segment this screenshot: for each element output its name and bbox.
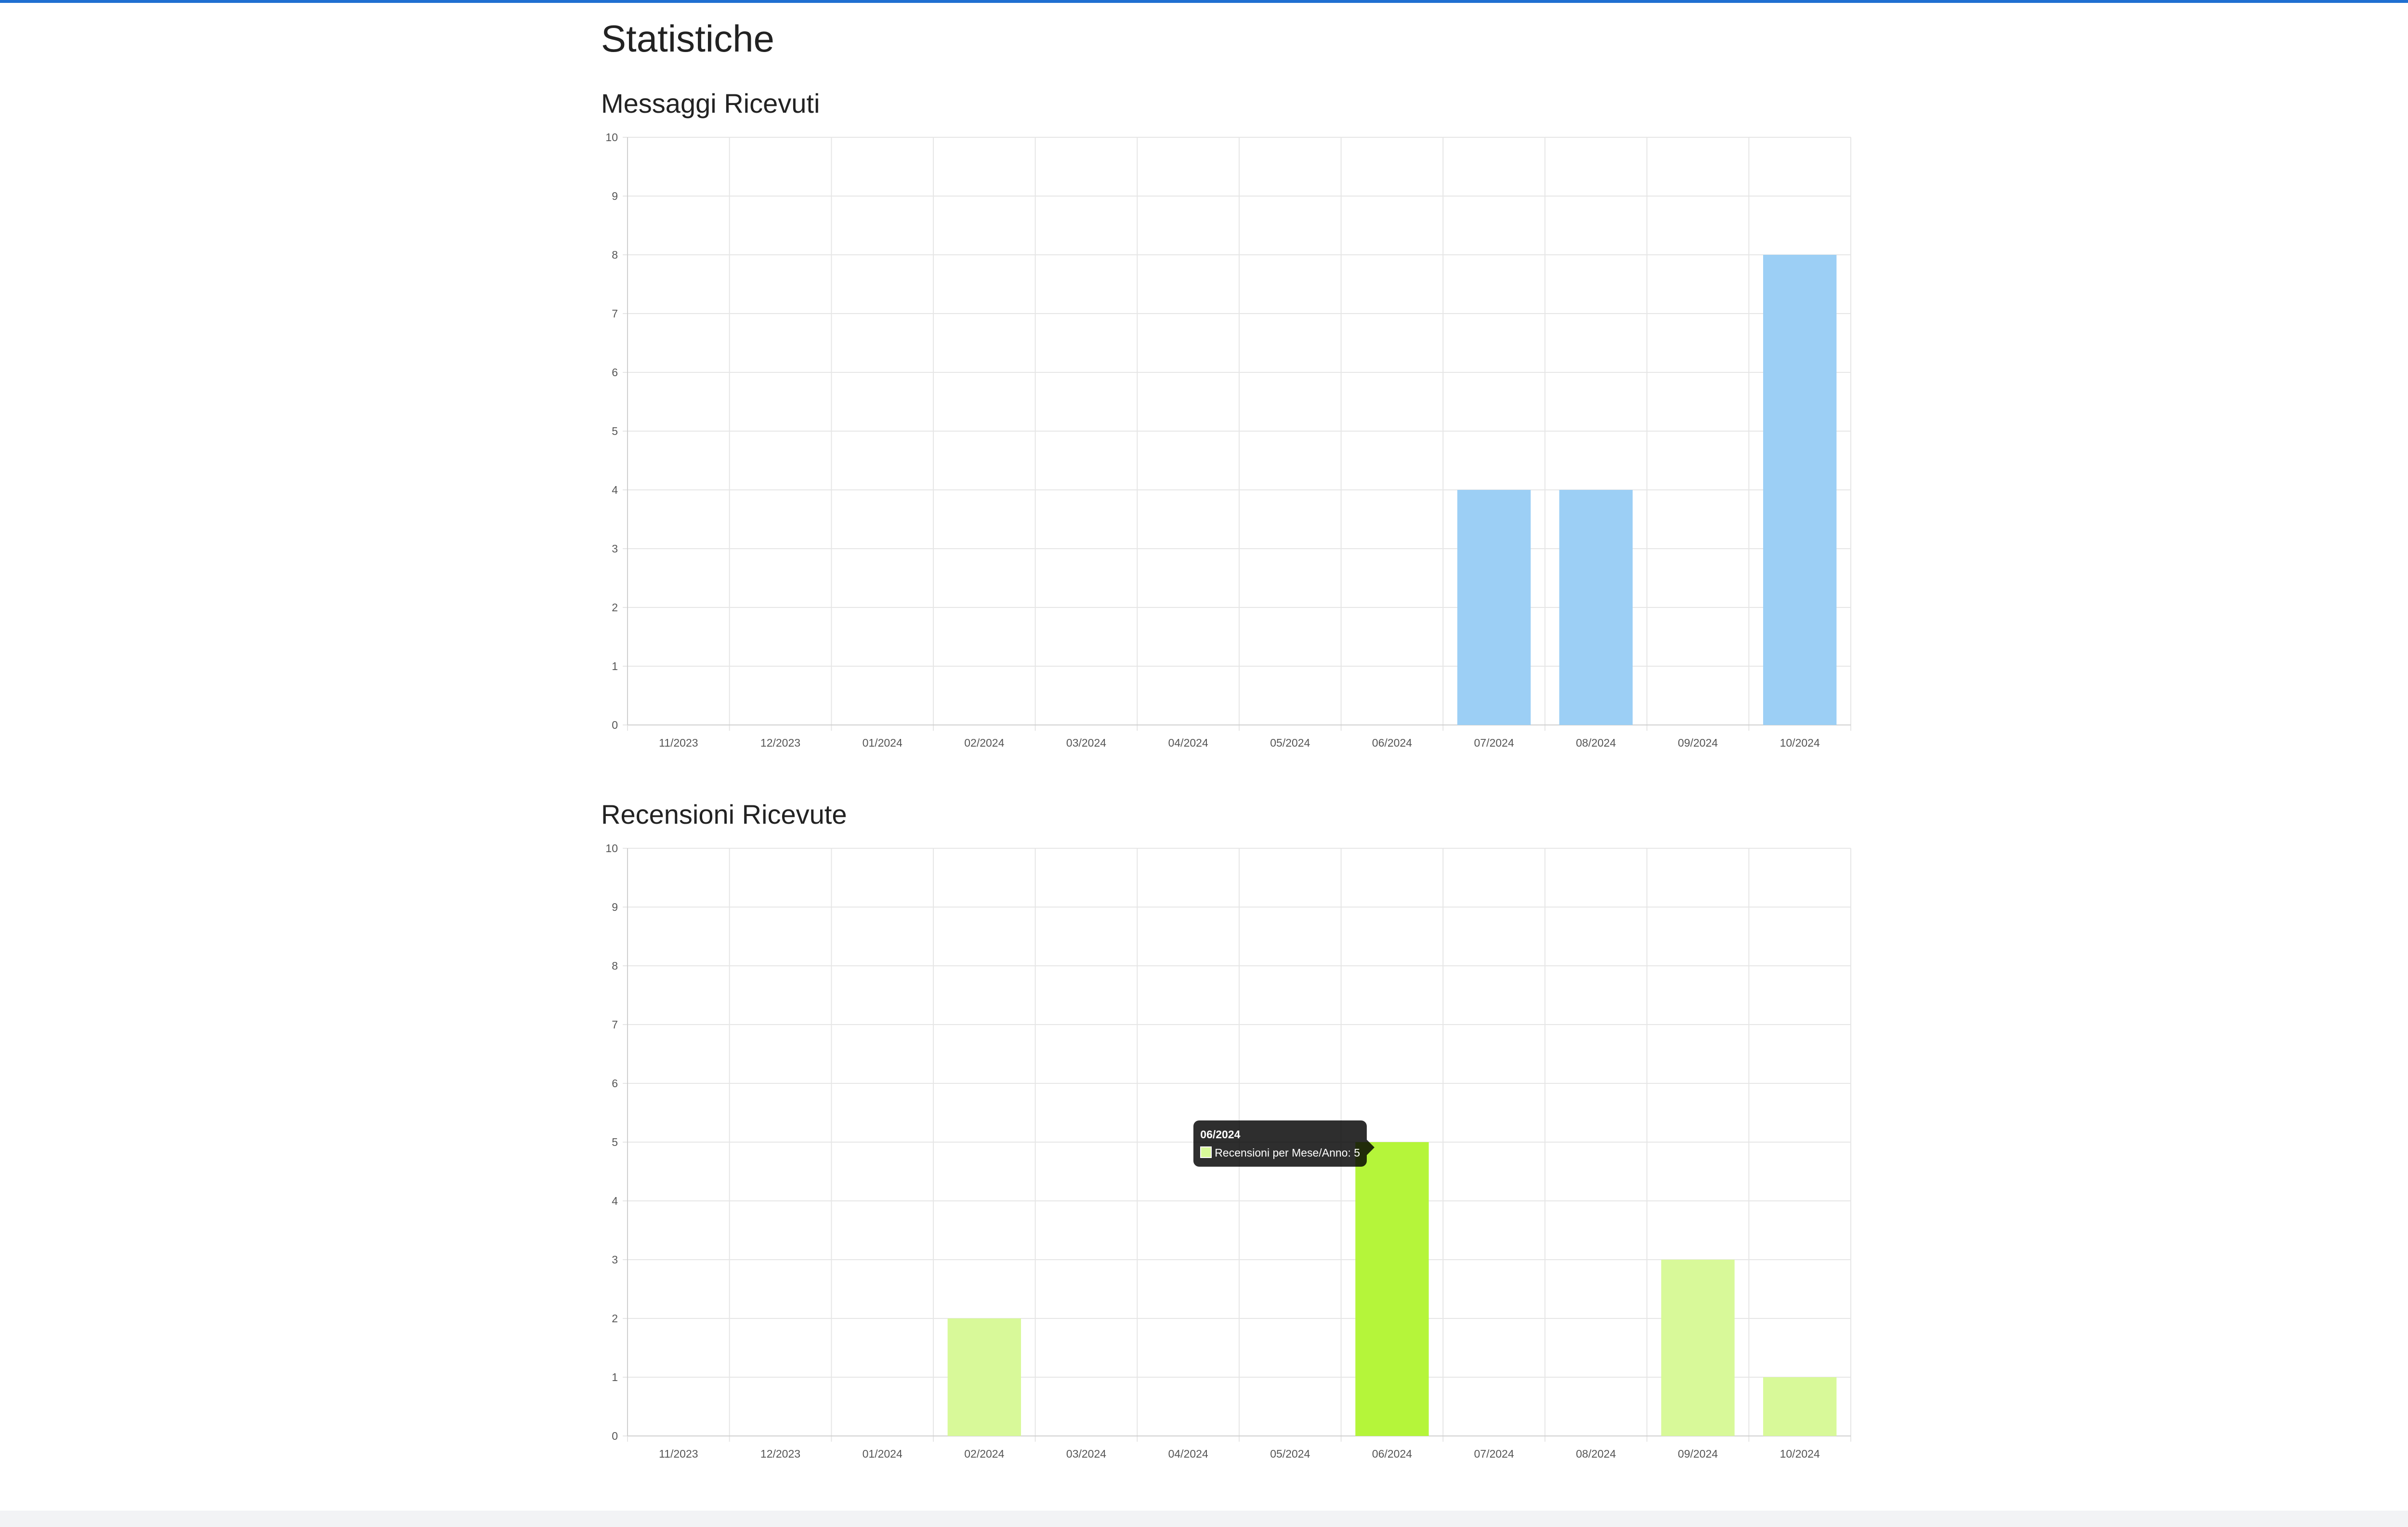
x-tick-label: 11/2023 bbox=[659, 1448, 698, 1460]
x-tick-label: 12/2023 bbox=[760, 737, 800, 749]
tooltip-body: Recensioni per Mese/Anno: 5 bbox=[1200, 1144, 1360, 1162]
x-tick-label: 07/2024 bbox=[1474, 737, 1514, 749]
tooltip-text: Recensioni per Mese/Anno: 5 bbox=[1215, 1146, 1361, 1159]
x-tick-label: 03/2024 bbox=[1066, 1448, 1106, 1460]
x-tick-label: 03/2024 bbox=[1066, 737, 1106, 749]
tooltip-legend-swatch bbox=[1200, 1146, 1212, 1158]
x-tick-label: 09/2024 bbox=[1678, 1448, 1718, 1460]
y-tick-label: 2 bbox=[612, 601, 618, 614]
y-tick-label: 9 bbox=[612, 901, 618, 913]
x-tick-label: 06/2024 bbox=[1372, 737, 1412, 749]
x-tick-label: 11/2023 bbox=[659, 737, 698, 749]
y-tick-label: 6 bbox=[612, 366, 618, 379]
x-tick-label: 06/2024 bbox=[1372, 1448, 1412, 1460]
x-tick-label: 04/2024 bbox=[1168, 737, 1208, 749]
y-tick-label: 6 bbox=[612, 1077, 618, 1090]
x-tick-label: 10/2024 bbox=[1780, 737, 1820, 749]
y-tick-label: 3 bbox=[612, 1253, 618, 1266]
y-tick-label: 5 bbox=[612, 425, 618, 437]
y-tick-label: 10 bbox=[605, 842, 618, 855]
y-tick-label: 5 bbox=[612, 1136, 618, 1148]
x-tick-label: 01/2024 bbox=[863, 737, 903, 749]
x-tick-label: 02/2024 bbox=[964, 1448, 1004, 1460]
bar-07-2024[interactable] bbox=[1457, 490, 1531, 725]
x-tick-label: 07/2024 bbox=[1474, 1448, 1514, 1460]
x-tick-label: 01/2024 bbox=[863, 1448, 903, 1460]
y-tick-label: 8 bbox=[612, 960, 618, 972]
x-tick-label: 08/2024 bbox=[1576, 1448, 1616, 1460]
page-title: Statistiche bbox=[601, 17, 774, 60]
bar-10-2024[interactable] bbox=[1763, 255, 1837, 725]
reviews-tooltip: 06/2024 Recensioni per Mese/Anno: 5 bbox=[1193, 1120, 1375, 1167]
y-tick-label: 4 bbox=[612, 484, 618, 496]
y-tick-label: 8 bbox=[612, 249, 618, 261]
y-tick-label: 1 bbox=[612, 1371, 618, 1383]
y-tick-label: 9 bbox=[612, 190, 618, 202]
main-container: Statistiche bbox=[601, 14, 1853, 63]
y-tick-label: 4 bbox=[612, 1195, 618, 1207]
y-tick-label: 7 bbox=[612, 1018, 618, 1031]
x-tick-label: 12/2023 bbox=[760, 1448, 800, 1460]
x-tick-label: 05/2024 bbox=[1270, 1448, 1310, 1460]
bar-10-2024[interactable] bbox=[1763, 1377, 1837, 1436]
y-tick-label: 0 bbox=[612, 1430, 618, 1442]
reviews-chart-title: Recensioni Ricevute bbox=[601, 799, 847, 829]
x-tick-label: 05/2024 bbox=[1270, 737, 1310, 749]
y-tick-label: 10 bbox=[605, 131, 618, 144]
x-tick-label: 08/2024 bbox=[1576, 737, 1616, 749]
bar-09-2024[interactable] bbox=[1661, 1260, 1735, 1436]
tooltip-title: 06/2024 bbox=[1200, 1128, 1241, 1141]
y-tick-label: 2 bbox=[612, 1312, 618, 1325]
y-tick-label: 3 bbox=[612, 542, 618, 555]
messages-bar-chart: 0 1 2 3 4 5 6 7 8 9 10 11/2023 12/2023 01/2024 02/2024… bbox=[605, 131, 1851, 749]
x-tick-label: 02/2024 bbox=[964, 737, 1004, 749]
bar-06-2024[interactable] bbox=[1355, 1142, 1429, 1436]
y-tick-label: 1 bbox=[612, 660, 618, 672]
footer-strip bbox=[0, 1511, 2408, 1527]
messages-chart-title: Messaggi Ricevuti bbox=[601, 88, 820, 118]
bar-02-2024[interactable] bbox=[947, 1318, 1021, 1436]
top-accent-line bbox=[0, 0, 2408, 3]
x-tick-label: 04/2024 bbox=[1168, 1448, 1208, 1460]
bar-08-2024[interactable] bbox=[1559, 490, 1633, 725]
tooltip-caret bbox=[1367, 1140, 1375, 1155]
y-tick-label: 0 bbox=[612, 719, 618, 731]
x-tick-label: 10/2024 bbox=[1780, 1448, 1820, 1460]
y-tick-label: 7 bbox=[612, 307, 618, 320]
x-tick-label: 09/2024 bbox=[1678, 737, 1718, 749]
